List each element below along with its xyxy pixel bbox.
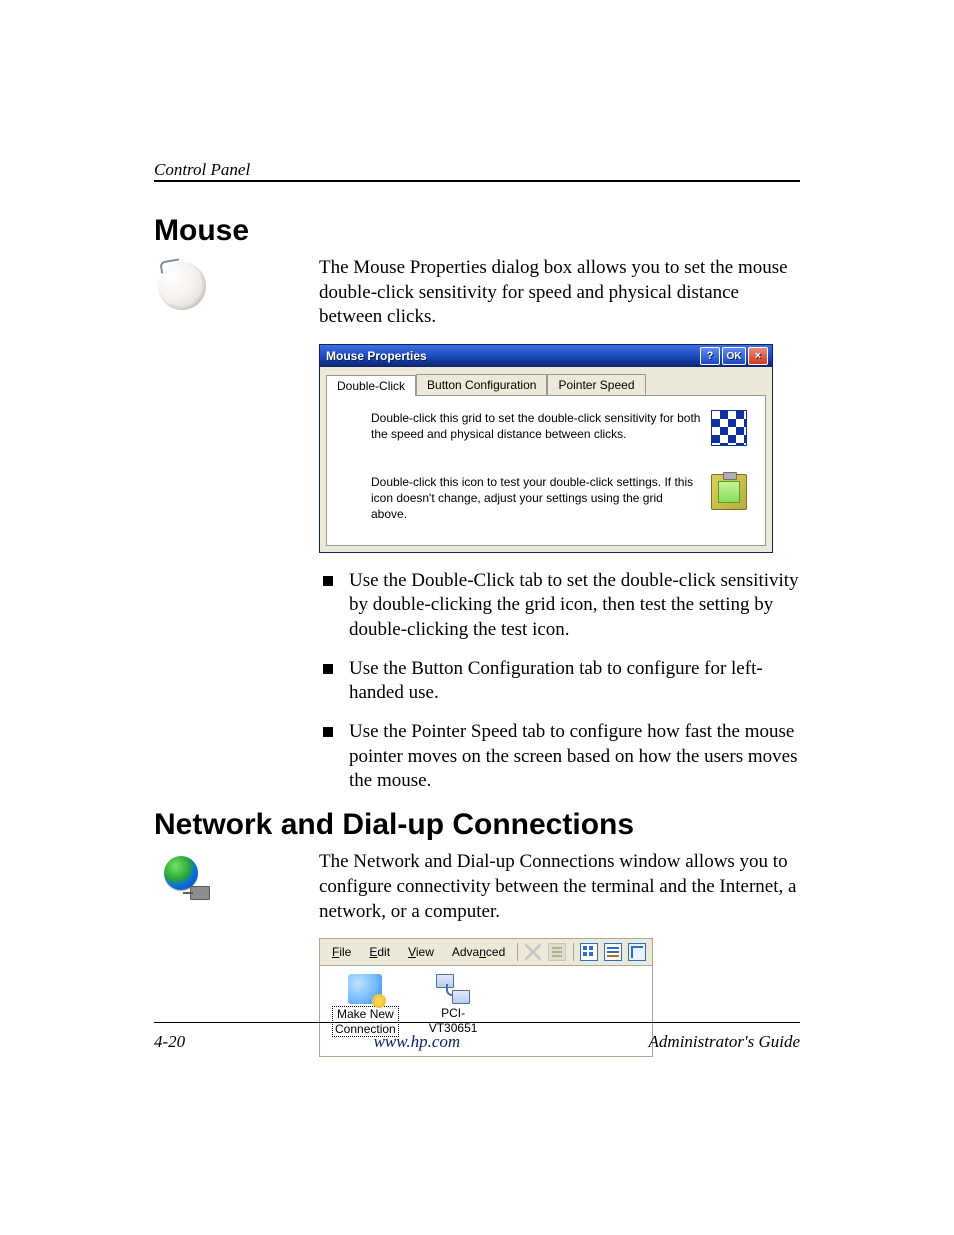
header-rule — [154, 180, 800, 182]
double-click-test-icon[interactable] — [711, 474, 747, 510]
toolbar-view-large-button[interactable] — [577, 941, 599, 963]
title-ok-button[interactable]: OK — [722, 347, 746, 365]
small-icons-icon — [604, 943, 622, 961]
dialog-tab-body: Double-click this grid to set the double… — [326, 395, 766, 546]
pci-connection-label-1: PCI- — [441, 1006, 465, 1020]
menu-view[interactable]: View — [400, 943, 442, 961]
dialog-title: Mouse Properties — [326, 349, 698, 363]
network-globe-icon — [164, 856, 204, 896]
footer-guide-name: Administrator's Guide — [649, 1032, 800, 1052]
tab-button-configuration[interactable]: Button Configuration — [416, 374, 547, 395]
dialog-title-bar: Mouse Properties ? OK × — [320, 345, 772, 367]
network-menubar: File Edit View Advanced — [320, 939, 652, 966]
large-icons-icon — [580, 943, 598, 961]
mouse-intro-paragraph: The Mouse Properties dialog box allows y… — [319, 256, 800, 330]
delete-icon — [525, 944, 541, 960]
network-intro-paragraph: The Network and Dial-up Connections wind… — [319, 850, 800, 924]
tab-double-click[interactable]: Double-Click — [326, 375, 416, 396]
mouse-bullet-3: Use the Pointer Speed tab to configure h… — [319, 720, 800, 794]
toolbar-properties-button[interactable] — [546, 941, 568, 963]
double-click-grid-icon[interactable] — [711, 410, 747, 446]
mouse-bullet-1: Use the Double-Click tab to set the doub… — [319, 569, 800, 643]
make-new-connection-icon — [348, 974, 382, 1004]
make-new-connection-label-1: Make New — [337, 1007, 394, 1021]
toolbar-separator-2 — [573, 943, 574, 961]
double-click-grid-text: Double-click this grid to set the double… — [371, 410, 711, 442]
mouse-bullet-2: Use the Button Configuration tab to conf… — [319, 657, 800, 706]
mouse-icon — [158, 262, 206, 310]
footer-rule — [154, 1022, 800, 1023]
menu-file[interactable]: File — [324, 943, 359, 961]
menu-advanced[interactable]: Advanced — [444, 943, 513, 961]
mouse-properties-dialog: Mouse Properties ? OK × Double-Click But… — [319, 344, 773, 553]
double-click-test-text: Double-click this icon to test your doub… — [371, 474, 711, 523]
title-close-button[interactable]: × — [748, 347, 768, 365]
section-network-heading: Network and Dial-up Connections — [154, 808, 800, 842]
running-head: Control Panel — [154, 160, 250, 180]
toolbar-view-details-button[interactable] — [626, 941, 648, 963]
tab-pointer-speed[interactable]: Pointer Speed — [547, 374, 645, 395]
properties-icon — [548, 943, 566, 961]
section-mouse-heading: Mouse — [154, 214, 800, 248]
title-help-button[interactable]: ? — [700, 347, 720, 365]
footer-page-number: 4-20 — [154, 1032, 185, 1052]
page-footer: 4-20 www.hp.com Administrator's Guide — [154, 1032, 800, 1052]
dialog-tabstrip: Double-Click Button Configuration Pointe… — [320, 367, 772, 395]
menu-edit[interactable]: Edit — [361, 943, 398, 961]
footer-url[interactable]: www.hp.com — [185, 1032, 648, 1052]
toolbar-separator — [517, 943, 518, 961]
pci-connection-icon — [436, 974, 470, 1004]
toolbar-view-small-button[interactable] — [602, 941, 624, 963]
details-icon — [628, 943, 646, 961]
mouse-bullet-list: Use the Double-Click tab to set the doub… — [319, 569, 800, 795]
toolbar-delete-button[interactable] — [522, 941, 544, 963]
